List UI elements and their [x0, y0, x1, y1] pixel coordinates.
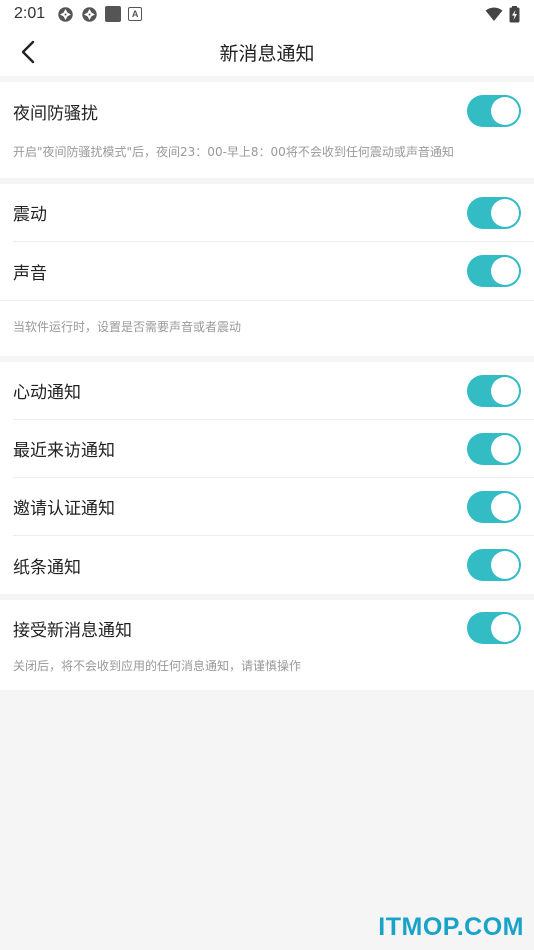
sound-label: 声音 [13, 263, 47, 284]
vibrate-sound-section: 震动 声音 当软件运行时，设置是否需要声音或者震动 [0, 184, 534, 356]
status-time: 2:01 [14, 5, 46, 22]
note-toggle[interactable] [467, 549, 521, 581]
night-mode-label: 夜间防骚扰 [13, 103, 98, 124]
status-bar: 2:01 A [0, 0, 534, 28]
status-icons-right [485, 5, 520, 23]
heartbeat-row: 心动通知 [13, 362, 534, 420]
vibrate-toggle[interactable] [467, 196, 521, 229]
note-row: 纸条通知 [13, 536, 534, 594]
toggle-knob [491, 614, 519, 642]
receive-new-row: 接受新消息通知 [13, 600, 534, 656]
heartbeat-toggle[interactable] [467, 374, 521, 407]
toggle-knob [491, 198, 519, 227]
aperture-icon [82, 6, 97, 22]
heartbeat-label: 心动通知 [13, 383, 81, 403]
aperture-icon [58, 6, 73, 22]
recent-visitors-row: 最近来访通知 [13, 420, 534, 478]
font-icon: A [128, 7, 143, 21]
toggle-knob [491, 492, 519, 521]
recent-visitors-toggle[interactable] [467, 432, 521, 465]
wifi-icon [485, 7, 503, 21]
nav-bar: 新消息通知 [0, 28, 534, 76]
sound-row: 声音 [13, 242, 534, 300]
toggle-knob [491, 551, 519, 579]
vibrate-label: 震动 [13, 205, 47, 225]
invite-verify-toggle[interactable] [467, 490, 521, 523]
note-label: 纸条通知 [13, 557, 81, 578]
night-mode-toggle[interactable] [467, 95, 521, 127]
receive-new-hint: 关闭后，将不会收到应用的任何消息通知，请谨慎操作 [13, 659, 302, 673]
notification-types-section: 心动通知 最近来访通知 邀请认证通知 纸条通知 [0, 362, 534, 594]
toggle-knob [491, 434, 519, 463]
vibrate-sound-hint: 当软件运行时，设置是否需要声音或者震动 [0, 300, 534, 356]
battery-charging-icon [509, 5, 520, 22]
recent-visitors-label: 最近来访通知 [13, 441, 115, 461]
invite-verify-label: 邀请认证通知 [13, 499, 115, 519]
chevron-left-icon [21, 40, 35, 64]
toggle-knob [491, 257, 519, 285]
square-icon [105, 6, 122, 22]
sound-toggle[interactable] [467, 255, 521, 287]
vibrate-row: 震动 [13, 184, 534, 242]
toggle-knob [491, 97, 519, 125]
status-icons-left: A [57, 6, 143, 23]
night-section: 夜间防骚扰 开启"夜间防骚扰模式"后，夜间23：00-早上8：00将不会收到任何… [0, 82, 534, 178]
receive-new-section: 接受新消息通知 关闭后，将不会收到应用的任何消息通知，请谨慎操作 [0, 600, 534, 690]
toggle-knob [491, 376, 519, 405]
receive-new-toggle[interactable] [467, 612, 521, 644]
night-mode-row: 夜间防骚扰 [13, 82, 534, 140]
invite-verify-row: 邀请认证通知 [13, 478, 534, 536]
night-mode-hint: 开启"夜间防骚扰模式"后，夜间23：00-早上8：00将不会收到任何震动或声音通… [13, 145, 454, 159]
back-button[interactable] [12, 36, 44, 68]
watermark-logo: ITMOP.COM [378, 913, 524, 941]
page-title: 新消息通知 [219, 42, 315, 65]
receive-new-label: 接受新消息通知 [13, 620, 132, 641]
